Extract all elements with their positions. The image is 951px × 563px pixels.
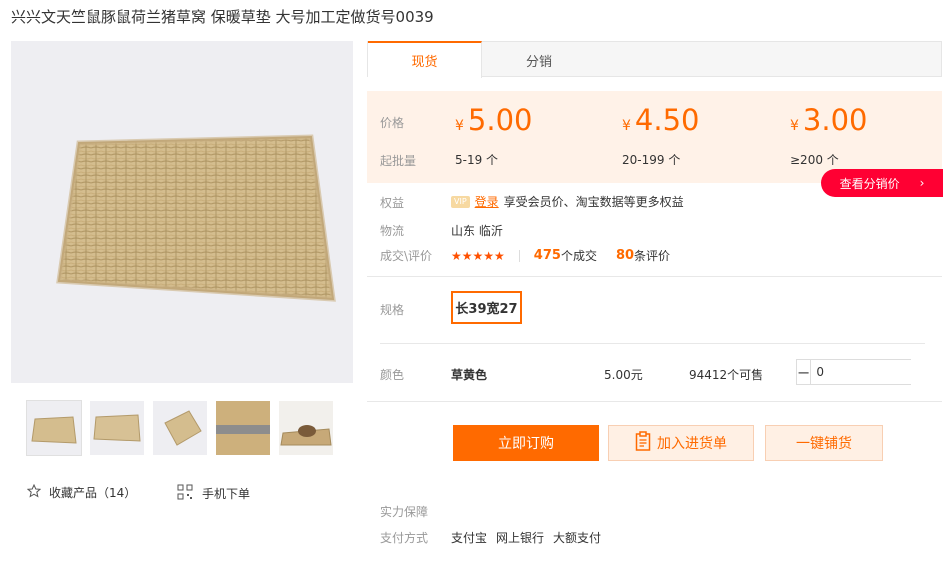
- review-count[interactable]: 80: [616, 248, 634, 263]
- currency-symbol: ¥: [455, 118, 464, 134]
- payment-method-alipay: 支付宝: [451, 531, 488, 545]
- price-value: 3.00: [802, 103, 868, 137]
- logistics-value: 山东 临沂: [451, 224, 503, 238]
- payment-methods: 支付宝 网上银行 大额支付: [451, 529, 601, 546]
- thumbnail-2[interactable]: [90, 401, 144, 455]
- quantity-stepper: − +: [796, 359, 951, 385]
- login-link[interactable]: 登录: [475, 193, 499, 210]
- product-title: 兴兴文天竺鼠豚鼠荷兰猪草窝 保暖草垫 大号加工定做货号0039: [11, 8, 434, 26]
- price-value: 4.50: [634, 103, 700, 137]
- tab-spot[interactable]: 现货: [368, 41, 482, 78]
- rights-label: 权益: [380, 196, 405, 210]
- qty-tier-1: 5-19 个: [455, 153, 499, 167]
- price-value: 5.00: [467, 103, 533, 137]
- tab-distribution[interactable]: 分销: [482, 42, 596, 78]
- thumbnail-3[interactable]: [153, 401, 207, 455]
- sale-type-tabs: 现货 分销: [367, 41, 942, 78]
- color-name: 草黄色: [451, 368, 488, 382]
- thumbnail-4[interactable]: [216, 401, 270, 455]
- rating-stars: ★★★★★: [451, 248, 505, 263]
- main-product-image[interactable]: [11, 41, 353, 383]
- price-label: 价格: [380, 116, 405, 130]
- trade-row: ★★★★★ 475 个成交 80 条评价: [451, 247, 670, 264]
- trade-label: 成交\评价: [380, 249, 433, 263]
- qr-code-icon: [177, 484, 193, 503]
- mobile-order-label: 手机下单: [202, 487, 251, 501]
- currency-symbol: ¥: [622, 118, 631, 134]
- deal-count[interactable]: 475: [534, 248, 561, 263]
- rights-text: 享受会员价、淘宝数据等更多权益: [503, 195, 684, 209]
- order-now-button[interactable]: 立即订购: [453, 425, 599, 461]
- color-price: 5.00元: [604, 368, 643, 382]
- distribution-button-label: 查看分销价: [839, 176, 900, 191]
- qty-tier-2: 20-199 个: [622, 153, 681, 167]
- price-tier-1: ¥5.00: [455, 103, 533, 137]
- straw-mat-image: [56, 134, 336, 302]
- payment-label: 支付方式: [380, 531, 429, 545]
- thumbnail-5[interactable]: [279, 401, 333, 455]
- price-tier-3: ¥3.00: [790, 103, 868, 137]
- favorite-label: 收藏产品（14）: [49, 486, 137, 500]
- divider: [367, 276, 942, 277]
- chevron-right-icon: ›: [919, 176, 925, 190]
- color-label: 颜色: [380, 368, 405, 382]
- decrease-button[interactable]: −: [797, 360, 811, 384]
- deal-suffix: 个成交: [560, 249, 597, 263]
- view-distribution-price-button[interactable]: 查看分销价 ›: [821, 169, 943, 197]
- thumbnail-1[interactable]: [26, 400, 82, 456]
- quantity-input[interactable]: [810, 360, 951, 384]
- spec-label: 规格: [380, 303, 405, 317]
- currency-symbol: ¥: [790, 118, 799, 134]
- spec-option-selected[interactable]: 长39宽27: [451, 291, 522, 324]
- review-suffix: 条评价: [634, 249, 671, 263]
- one-click-listing-button[interactable]: 一键铺货: [765, 425, 883, 461]
- divider: [367, 401, 942, 402]
- guarantee-label: 实力保障: [380, 505, 429, 519]
- add-to-cart-button[interactable]: 加入进货单: [608, 425, 754, 461]
- mobile-order[interactable]: 手机下单: [177, 484, 250, 503]
- divider: [518, 249, 520, 262]
- qty-tier-3: ≥200 个: [790, 153, 839, 167]
- batch-label: 起批量: [380, 154, 417, 168]
- add-to-cart-label: 加入进货单: [657, 436, 727, 452]
- rights-row: VIP 登录 享受会员价、淘宝数据等更多权益: [451, 193, 684, 210]
- clipboard-icon: [635, 431, 651, 455]
- payment-method-online-banking: 网上银行: [496, 531, 545, 545]
- payment-method-large-payment: 大额支付: [553, 531, 602, 545]
- price-tier-2: ¥4.50: [622, 103, 700, 137]
- color-stock: 94412个可售: [689, 368, 764, 382]
- favorite-product[interactable]: 收藏产品（14）: [26, 483, 137, 501]
- divider: [380, 343, 925, 344]
- vip-badge: VIP: [451, 195, 470, 208]
- logistics-label: 物流: [380, 224, 405, 238]
- star-outline-icon: [26, 483, 42, 501]
- thumbnail-strip: [26, 400, 333, 456]
